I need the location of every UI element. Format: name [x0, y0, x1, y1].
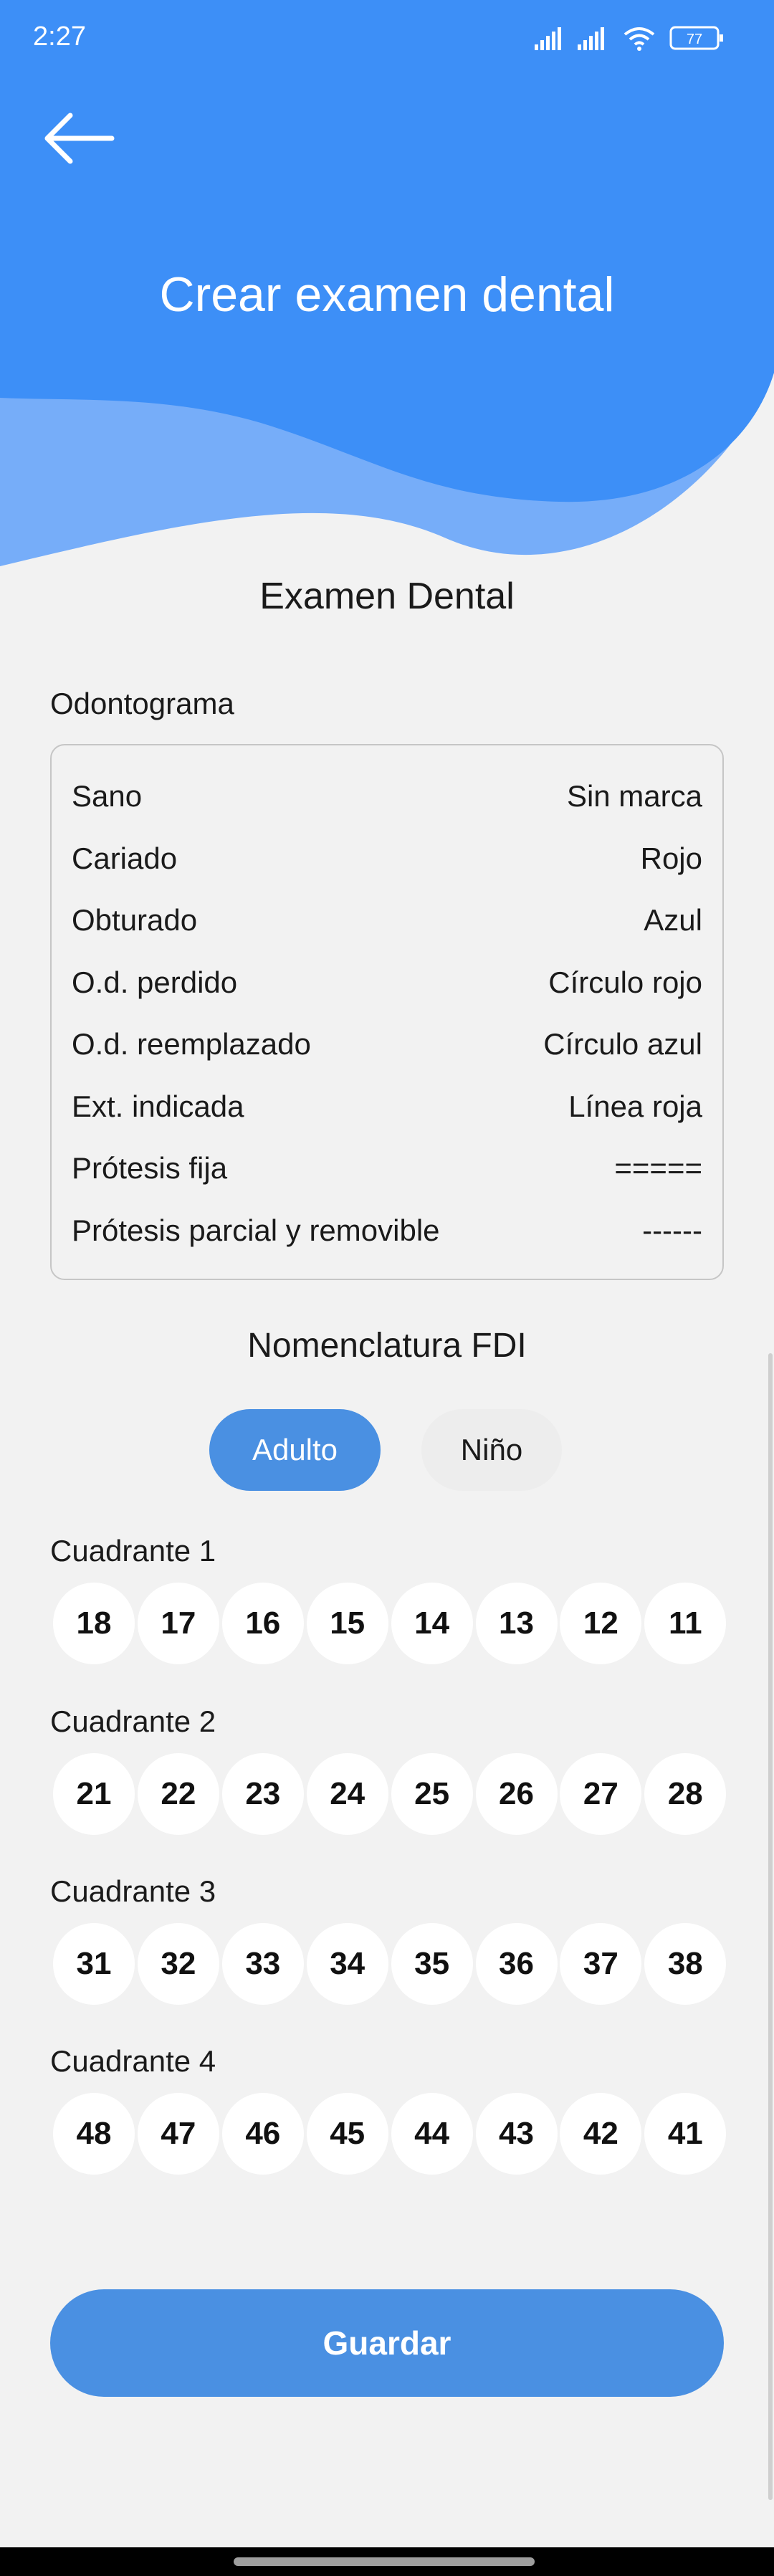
- child-toggle-button[interactable]: Niño: [421, 1409, 562, 1491]
- legend-mark: Rojo: [640, 841, 702, 875]
- status-icons: 77: [535, 26, 723, 51]
- quadrant-3-teeth: 31 32 33 34 35 36 37 38: [50, 1923, 727, 2005]
- adult-toggle-button[interactable]: Adulto: [209, 1409, 381, 1491]
- status-time: 2:27: [33, 22, 86, 52]
- legend-mark: Sin marca: [566, 779, 702, 813]
- tooth-button[interactable]: 36: [475, 1923, 558, 2005]
- status-bar: 2:27 77: [0, 0, 774, 79]
- arrow-left-icon: [44, 113, 115, 164]
- legend-mark: Línea roja: [568, 1089, 702, 1123]
- wifi-icon: [624, 27, 655, 51]
- tooth-button[interactable]: 41: [644, 2093, 727, 2175]
- legend-name: O.d. perdido: [72, 965, 238, 999]
- tooth-button[interactable]: 28: [644, 1753, 727, 1835]
- tooth-button[interactable]: 42: [560, 2093, 642, 2175]
- tooth-button[interactable]: 22: [137, 1753, 219, 1835]
- tooth-button[interactable]: 13: [475, 1583, 558, 1664]
- tooth-button[interactable]: 47: [137, 2093, 219, 2175]
- legend-name: Sano: [72, 779, 143, 813]
- tooth-button[interactable]: 34: [306, 1923, 388, 2005]
- tooth-button[interactable]: 33: [221, 1923, 304, 2005]
- page-title: Crear examen dental: [159, 267, 615, 322]
- tooth-button[interactable]: 24: [306, 1753, 388, 1835]
- legend-mark: =====: [614, 1151, 702, 1185]
- legend-mark: Azul: [644, 903, 702, 937]
- tooth-button[interactable]: 26: [475, 1753, 558, 1835]
- legend-mark: Círculo azul: [543, 1027, 702, 1061]
- tooth-button[interactable]: 14: [391, 1583, 473, 1664]
- legend-mark: ------: [642, 1213, 702, 1247]
- tooth-button[interactable]: 12: [560, 1583, 642, 1664]
- quadrant-4-teeth: 48 47 46 45 44 43 42 41: [50, 2093, 727, 2175]
- legend-row: Sano Sin marca: [72, 778, 702, 841]
- tooth-button[interactable]: 21: [53, 1753, 135, 1835]
- legend-name: Cariado: [72, 841, 178, 875]
- tooth-button[interactable]: 17: [137, 1583, 219, 1664]
- tooth-button[interactable]: 43: [475, 2093, 558, 2175]
- tooth-button[interactable]: 16: [221, 1583, 304, 1664]
- save-button[interactable]: Guardar: [50, 2289, 724, 2397]
- battery-icon: 77: [669, 26, 723, 50]
- tooth-button[interactable]: 27: [560, 1753, 642, 1835]
- quadrant-2-teeth: 21 22 23 24 25 26 27 28: [50, 1753, 727, 1835]
- quadrant-1-teeth: 18 17 16 15 14 13 12 11: [50, 1583, 727, 1664]
- battery-level: 77: [687, 32, 702, 47]
- tooth-button[interactable]: 45: [306, 2093, 388, 2175]
- tooth-button[interactable]: 38: [644, 1923, 727, 2005]
- tooth-button[interactable]: 32: [137, 1923, 219, 2005]
- tooth-button[interactable]: 25: [391, 1753, 473, 1835]
- tooth-button[interactable]: 11: [644, 1583, 727, 1664]
- tooth-button[interactable]: 44: [391, 2093, 473, 2175]
- section-title: Examen Dental: [259, 576, 515, 617]
- fdi-title: Nomenclatura FDI: [247, 1327, 527, 1365]
- tooth-button[interactable]: 31: [53, 1923, 135, 2005]
- tooth-button[interactable]: 35: [391, 1923, 473, 2005]
- odontogram-label: Odontograma: [50, 687, 234, 720]
- back-button[interactable]: [40, 106, 119, 171]
- legend-name: Prótesis parcial y removible: [72, 1213, 440, 1247]
- tooth-button[interactable]: 46: [221, 2093, 304, 2175]
- legend-mark: Círculo rojo: [548, 965, 702, 999]
- signal-icon: [535, 27, 561, 50]
- odontogram-legend: Sano Sin marca Cariado Rojo Obturado Azul O…: [50, 744, 724, 1280]
- tooth-button[interactable]: 23: [221, 1753, 304, 1835]
- legend-row: O.d. perdido Círculo rojo: [72, 965, 702, 1027]
- legend-row: Prótesis fija =====: [72, 1150, 702, 1213]
- tooth-button[interactable]: 48: [53, 2093, 135, 2175]
- legend-name: Prótesis fija: [72, 1151, 228, 1185]
- quadrant-label: Cuadrante 4: [50, 2044, 216, 2078]
- legend-row: Ext. indicada Línea roja: [72, 1089, 702, 1151]
- legend-row: O.d. reemplazado Círculo azul: [72, 1026, 702, 1089]
- tooth-button[interactable]: 37: [560, 1923, 642, 2005]
- legend-name: Ext. indicada: [72, 1089, 244, 1123]
- quadrant-label: Cuadrante 3: [50, 1874, 216, 1908]
- scrollbar[interactable]: [768, 1353, 773, 2500]
- legend-row: Obturado Azul: [72, 902, 702, 965]
- signal-icon: [578, 27, 604, 50]
- tooth-button[interactable]: 18: [53, 1583, 135, 1664]
- home-indicator[interactable]: [234, 2557, 535, 2566]
- quadrant-label: Cuadrante 1: [50, 1534, 216, 1568]
- legend-row: Prótesis parcial y removible ------: [72, 1213, 702, 1275]
- legend-name: O.d. reemplazado: [72, 1027, 311, 1061]
- tooth-button[interactable]: 15: [306, 1583, 388, 1664]
- quadrant-label: Cuadrante 2: [50, 1704, 216, 1738]
- legend-name: Obturado: [72, 903, 198, 937]
- legend-row: Cariado Rojo: [72, 841, 702, 903]
